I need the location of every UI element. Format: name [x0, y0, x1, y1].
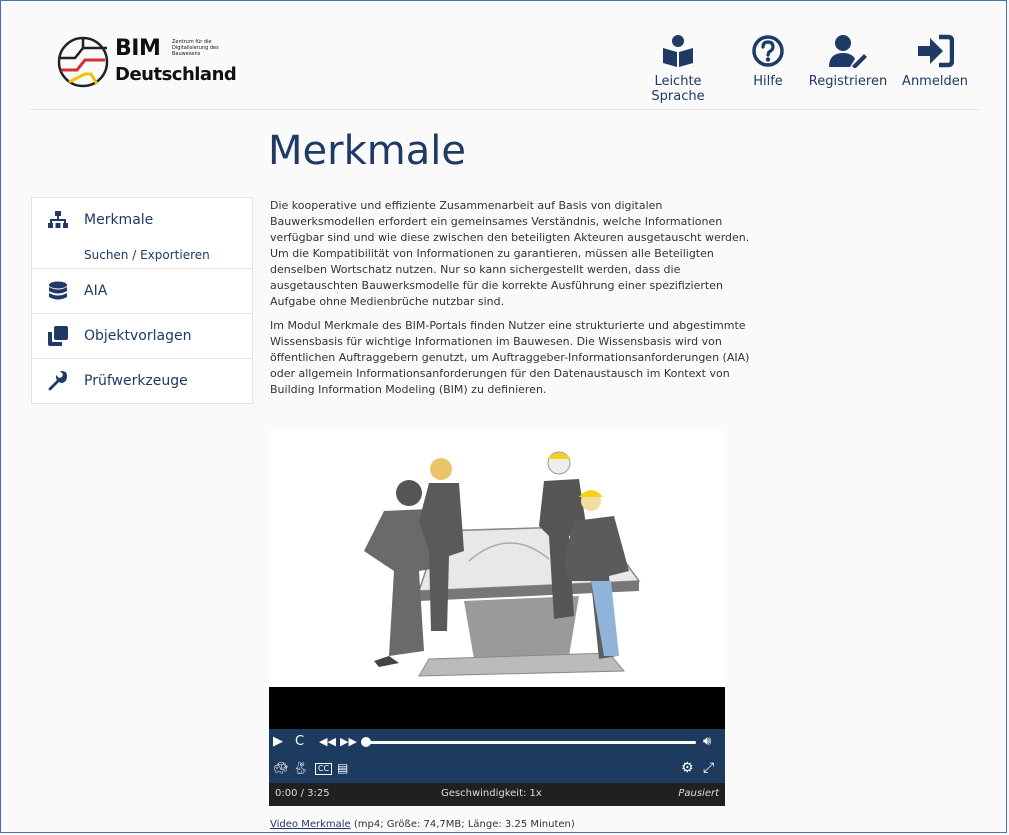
fullscreen-icon[interactable]: ⤢ — [703, 760, 714, 776]
fast-forward-icon[interactable]: ▶▶ — [340, 735, 357, 748]
leichte-sprache-link[interactable]: Leichte Sprache — [628, 34, 728, 104]
sidebar-item-objektvorlagen[interactable]: Objektvorlagen — [32, 314, 252, 359]
clone-icon — [48, 326, 68, 346]
transcript-icon[interactable]: ▤ — [337, 761, 348, 775]
hilfe-link[interactable]: Hilfe — [746, 34, 790, 89]
question-circle-icon — [752, 35, 784, 67]
sidebar-item-aia[interactable]: AIA — [32, 269, 252, 314]
seek-bar[interactable] — [366, 741, 696, 744]
sign-in-icon — [918, 34, 954, 68]
replay-icon[interactable]: C — [295, 734, 304, 749]
video-speed: Geschwindigkeit: 1x — [441, 788, 542, 799]
logo-subtitle: Zentrum für die Digitalisierung des Bauw… — [172, 39, 219, 57]
volume-icon[interactable]: 🔊︎ — [703, 734, 711, 749]
video-letterbox — [269, 687, 725, 729]
sidebar-nav: Merkmale Suchen / Exportieren AIA Objekt… — [31, 197, 253, 404]
registrieren-label: Registrieren — [808, 74, 888, 89]
video-controls-row-2: 🐢︎ 🐇︎ CC ▤ ⚙ ⤢ — [269, 757, 725, 783]
leichte-sprache-label: Leichte Sprache — [651, 74, 705, 104]
sidebar-item-merkmale-label: Merkmale — [84, 212, 154, 228]
anmelden-link[interactable]: Anmelden — [900, 34, 970, 89]
sitemap-icon — [48, 211, 68, 228]
database-icon — [49, 281, 67, 300]
sidebar-item-suchen-exportieren[interactable]: Suchen / Exportieren — [32, 242, 252, 269]
video-time: 0:00 / 3:25 — [275, 788, 330, 799]
rewind-icon[interactable]: ◀◀ — [319, 735, 336, 748]
video-meta: (mp4; Größe: 74,7MB; Länge: 3.25 Minuten… — [350, 819, 575, 830]
slower-turtle-icon[interactable]: 🐢︎ — [273, 761, 288, 775]
captions-icon[interactable]: CC — [315, 763, 333, 775]
sidebar-item-pruefwerkzeuge[interactable]: Prüfwerkzeuge — [32, 359, 252, 403]
hilfe-label: Hilfe — [753, 74, 783, 89]
logo-bim-text: BIM — [115, 36, 161, 61]
play-icon[interactable]: ▶ — [273, 734, 283, 749]
registrieren-link[interactable]: Registrieren — [808, 34, 888, 89]
intro-paragraph-2: Im Modul Merkmale des BIM-Portals finden… — [270, 319, 750, 396]
video-illustration — [364, 451, 641, 677]
video-caption: Video Merkmale (mp4; Größe: 74,7MB; Läng… — [270, 819, 575, 830]
book-reader-icon — [663, 35, 693, 67]
video-poster-image[interactable] — [269, 431, 725, 687]
bim-deutschland-logo[interactable]: BIM Zentrum für die Digitalisierung des … — [55, 34, 237, 94]
faster-rabbit-icon[interactable]: 🐇︎ — [293, 761, 308, 775]
logo-country: Deutschland — [115, 64, 237, 85]
video-status-bar: 0:00 / 3:25 Geschwindigkeit: 1x Pausiert — [269, 783, 725, 806]
video-state: Pausiert — [678, 788, 719, 799]
video-controls-row-1: ▶ C ◀◀ ▶▶ 🔊︎ — [269, 729, 725, 757]
video-player[interactable]: ▶ C ◀◀ ▶▶ 🔊︎ 🐢︎ 🐇︎ CC ▤ ⚙ ⤢ 0:00 / 3:25 … — [269, 431, 725, 806]
seek-handle[interactable] — [361, 737, 371, 747]
sidebar-item-aia-label: AIA — [84, 283, 108, 299]
user-edit-icon — [829, 35, 867, 68]
page-title: Merkmale — [268, 128, 466, 174]
settings-gear-icon[interactable]: ⚙ — [681, 760, 694, 776]
intro-paragraph-1: Die kooperative und effiziente Zusammena… — [270, 199, 750, 308]
sidebar-item-merkmale[interactable]: Merkmale — [32, 198, 252, 242]
sidebar-item-objektvorlagen-label: Objektvorlagen — [84, 328, 192, 344]
bim-logo-mark-icon — [57, 36, 109, 88]
anmelden-label: Anmelden — [902, 74, 968, 89]
sidebar-item-pruefwerkzeuge-label: Prüfwerkzeuge — [84, 373, 188, 389]
header-divider — [30, 109, 979, 110]
video-download-link[interactable]: Video Merkmale — [270, 819, 351, 830]
wrench-icon — [48, 371, 67, 391]
